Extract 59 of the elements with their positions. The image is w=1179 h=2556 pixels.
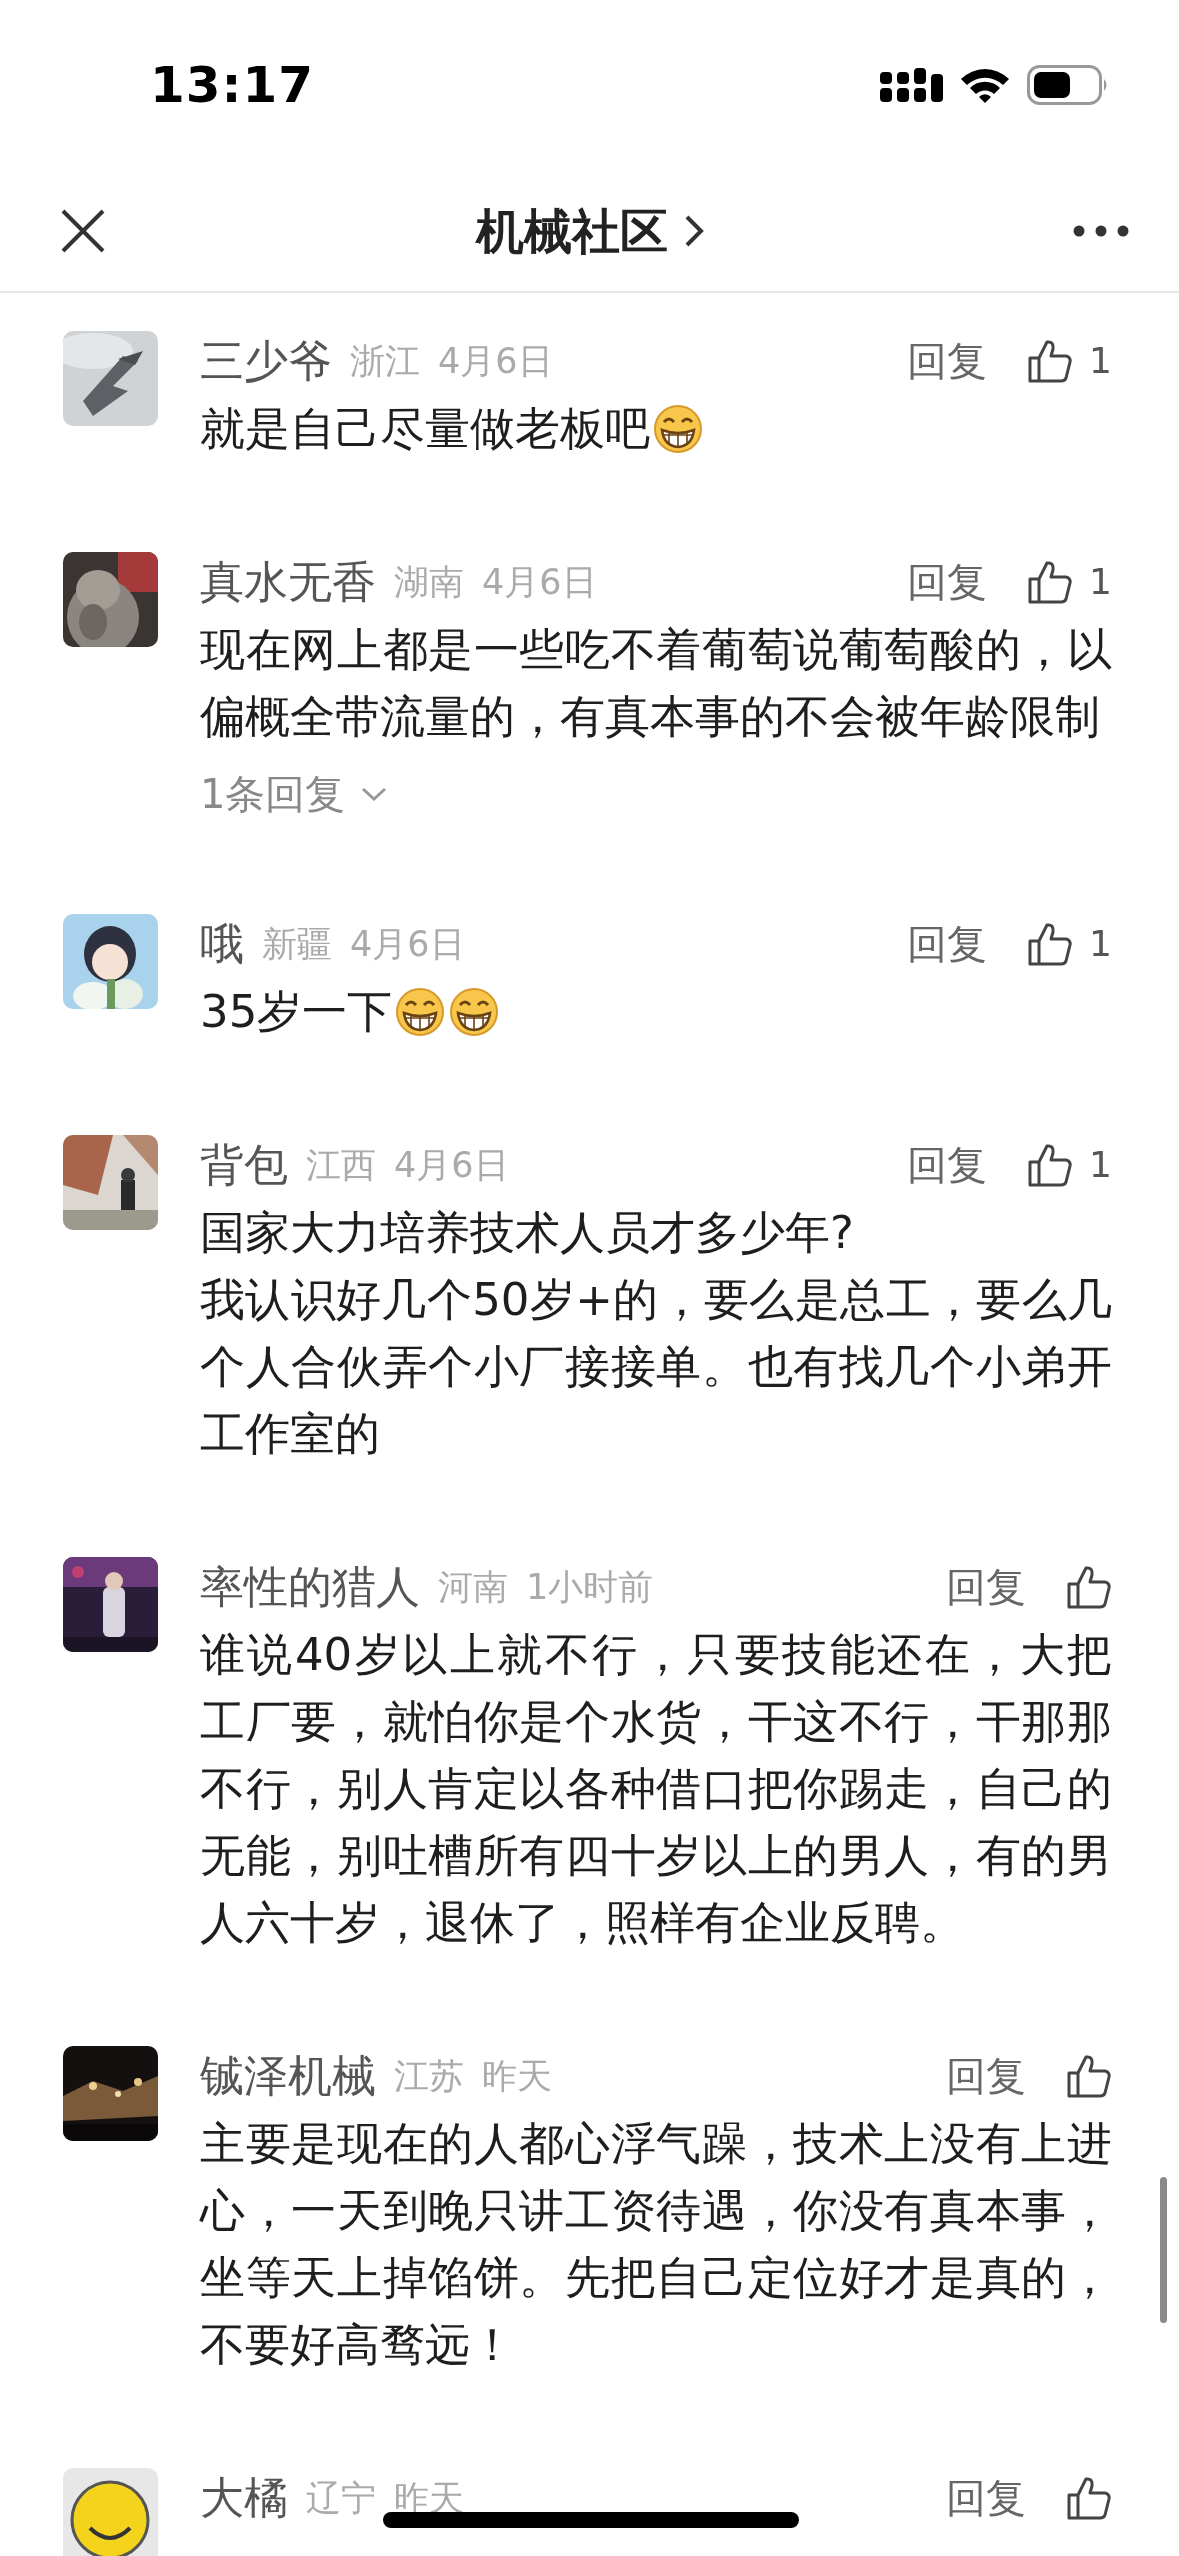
thumbs-up-icon[interactable] xyxy=(1027,559,1074,605)
thumbs-up-icon[interactable] xyxy=(1066,1564,1112,1610)
comment-text: 主要是现在的人都心浮气躁，技术上没有上进心，一天到晚只讲工资待遇，你没有真本事，坐等天上掉馅饼。先把自己定位好才是真的，不要好高骛远！ xyxy=(200,2116,1112,2373)
comment-date: 4月6日 xyxy=(394,1143,509,1187)
user-name[interactable]: 大橘 xyxy=(200,2465,288,2531)
replies-link[interactable]: 1条回复 xyxy=(200,764,388,824)
reply-button[interactable]: 回复 xyxy=(907,1135,988,1195)
status-time: 13:17 xyxy=(150,54,315,116)
chevron-right-icon xyxy=(683,213,704,248)
thumbs-up-icon[interactable] xyxy=(1027,921,1074,967)
thumbs-up-icon[interactable] xyxy=(1027,1142,1074,1188)
reply-button[interactable]: 回复 xyxy=(946,1557,1026,1617)
like-count: 1 xyxy=(1089,560,1112,604)
user-region: 河南 xyxy=(438,1565,508,1609)
user-name[interactable]: 率性的猎人 xyxy=(200,1554,420,1620)
user-region: 新疆 xyxy=(262,922,332,966)
comment-date: 4月6日 xyxy=(350,922,465,966)
like-count: 1 xyxy=(1089,922,1112,966)
user-region: 辽宁 xyxy=(306,2476,376,2520)
battery-icon xyxy=(1027,65,1109,105)
reply-button[interactable]: 回复 xyxy=(946,2046,1026,2106)
like-count: 1 xyxy=(1089,1143,1112,1187)
grinning-emoji-icon xyxy=(394,985,447,1037)
thumbs-up-icon[interactable] xyxy=(1027,338,1074,384)
user-region: 浙江 xyxy=(350,339,420,383)
comment-date: 4月6日 xyxy=(482,560,597,604)
reply-button[interactable]: 回复 xyxy=(907,331,988,391)
comment-date: 4月6日 xyxy=(438,339,553,383)
user-name[interactable]: 铖泽机械 xyxy=(200,2043,376,2109)
comment-date: 昨天 xyxy=(482,2054,552,2098)
close-icon xyxy=(60,207,106,254)
grinning-emoji-icon xyxy=(652,402,704,454)
signal-icon xyxy=(880,68,943,102)
user-name[interactable]: 真水无香 xyxy=(200,549,376,615)
user-region: 江苏 xyxy=(394,2054,464,2098)
reply-button[interactable]: 回复 xyxy=(907,552,988,612)
comment-date: 昨天 xyxy=(394,2476,464,2520)
thumbs-up-icon[interactable] xyxy=(1066,2053,1112,2099)
comment-text: 35岁一下 xyxy=(200,978,1112,1045)
like-count: 1 xyxy=(1089,339,1112,383)
user-name[interactable]: 背包 xyxy=(200,1132,288,1198)
close-button[interactable] xyxy=(60,207,106,254)
comment-date: 1小时前 xyxy=(526,1565,654,1609)
chevron-down-icon xyxy=(361,786,388,802)
reply-button[interactable]: 回复 xyxy=(907,914,988,974)
grinning-emoji-icon xyxy=(448,985,501,1037)
user-region: 湖南 xyxy=(394,560,464,604)
user-name[interactable]: 三少爷 xyxy=(200,328,332,394)
page-title[interactable]: 机械社区 xyxy=(475,194,668,267)
comment-text: 现在网上都是一些吃不着葡萄说葡萄酸的，以偏概全带流量的，有真本事的不会被年龄限制 xyxy=(200,622,1112,745)
reply-button[interactable]: 回复 xyxy=(946,2468,1026,2528)
comment-text: 国家大力培养技术人员才多少年? 我认识好几个50岁+的，要么是总工，要么几个人合伙弄个小厂接接单。也有找几个小弟开工作室的 xyxy=(200,1205,1112,1462)
user-name[interactable]: 哦 xyxy=(200,911,244,977)
comment-text: 就是自己尽量做老板吧 xyxy=(200,395,1112,462)
more-icon xyxy=(1073,225,1129,237)
comment-text: 谁说40岁以上就不行，只要技能还在，大把工厂要，就怕你是个水货，干这不行，干那那不行，别人肯定以各种借口把你踢走，自己的无能，别吐槽所有四十岁以上的男人，有的男人六十岁，退休了，照样有企业反聘。 xyxy=(200,1627,1112,1951)
user-region: 江西 xyxy=(306,1143,376,1187)
thumbs-up-icon[interactable] xyxy=(1066,2475,1112,2521)
wifi-icon xyxy=(959,66,1011,104)
